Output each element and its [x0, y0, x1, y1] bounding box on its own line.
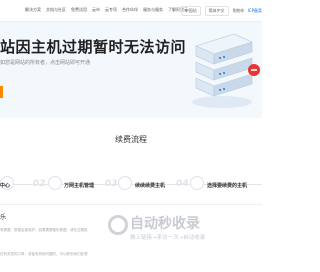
step-4-dot-icon	[190, 176, 204, 190]
nav-item-solutions[interactable]: 解决方案	[25, 7, 41, 13]
watermark-logo-icon	[108, 215, 128, 235]
watermark-title: 自动秒收录	[130, 216, 200, 232]
hero-action-button[interactable]	[0, 86, 3, 98]
step-4-label: 选择要续费的主机	[207, 183, 248, 189]
language-selector[interactable]: 简体中文	[204, 6, 229, 16]
nav-item-market[interactable]: 云市	[92, 7, 100, 13]
server-illustration-icon	[192, 33, 260, 108]
alert-badge-icon	[248, 64, 260, 76]
nav-item-free-trial[interactable]: 免费试用	[71, 7, 87, 13]
main-nav: 解决方案 文档与社区 免费试用 云市 云专项 合作伙伴 服务与服务 了解阿里云	[0, 7, 193, 13]
info-card-title: 乐	[0, 214, 7, 221]
watermark-subtitle: 做上链接→来访一次→自动收录	[130, 235, 206, 241]
top-navigation-bar: 解决方案 文档与社区 免费试用 云市 云专项 合作伙伴 服务与服务 了解阿里云 …	[0, 0, 262, 22]
step-3-dot-icon	[118, 176, 132, 190]
step-1-label: 中心	[0, 183, 11, 189]
step-4-number: 04	[176, 179, 189, 189]
nav-item-docs[interactable]: 文档与社区	[46, 7, 66, 13]
hero-subtitle: 如您是网站的所有者，点击网站即可开通	[0, 60, 91, 66]
nav-item-partners[interactable]: 合作伙伴	[122, 7, 138, 13]
step-2-label: 万网主机管理	[64, 183, 95, 189]
step-2-number: 02	[33, 179, 46, 189]
server-rack-3	[195, 73, 253, 97]
region-selector[interactable]: 中国站	[180, 6, 201, 16]
server-rack-1	[195, 33, 253, 65]
step-3-label: 续续续费主机	[135, 183, 166, 189]
nav-item-service[interactable]: 服务与服务	[143, 7, 163, 13]
nav-item-special[interactable]: 云专项	[105, 7, 117, 13]
info-card-text-2: 在有关您的订单，或者有其他问题的，可以联系我们处理	[0, 252, 88, 256]
page-title: 站因主机过期暂时无法访问	[0, 38, 187, 56]
hero-banner: 站因主机过期暂时无法访问 如您是网站的所有者，点击网站即可开通	[0, 22, 262, 118]
icp-link[interactable]: ICP备案	[248, 8, 262, 14]
watermark-overlay: 自动秒收录 做上链接→来访一次→自动收录	[108, 213, 248, 263]
cart-link[interactable]: 购物车	[233, 8, 245, 14]
step-2-dot-icon	[48, 176, 62, 190]
info-card-text-1: 有需要。数据会被保护。如果需要备份数据，请在过期前	[0, 228, 88, 232]
step-3-number: 03	[105, 179, 118, 189]
renew-process-title: 续费流程	[115, 135, 147, 144]
top-right-controls: 中国站 简体中文 购物车 ICP备案	[180, 6, 262, 16]
